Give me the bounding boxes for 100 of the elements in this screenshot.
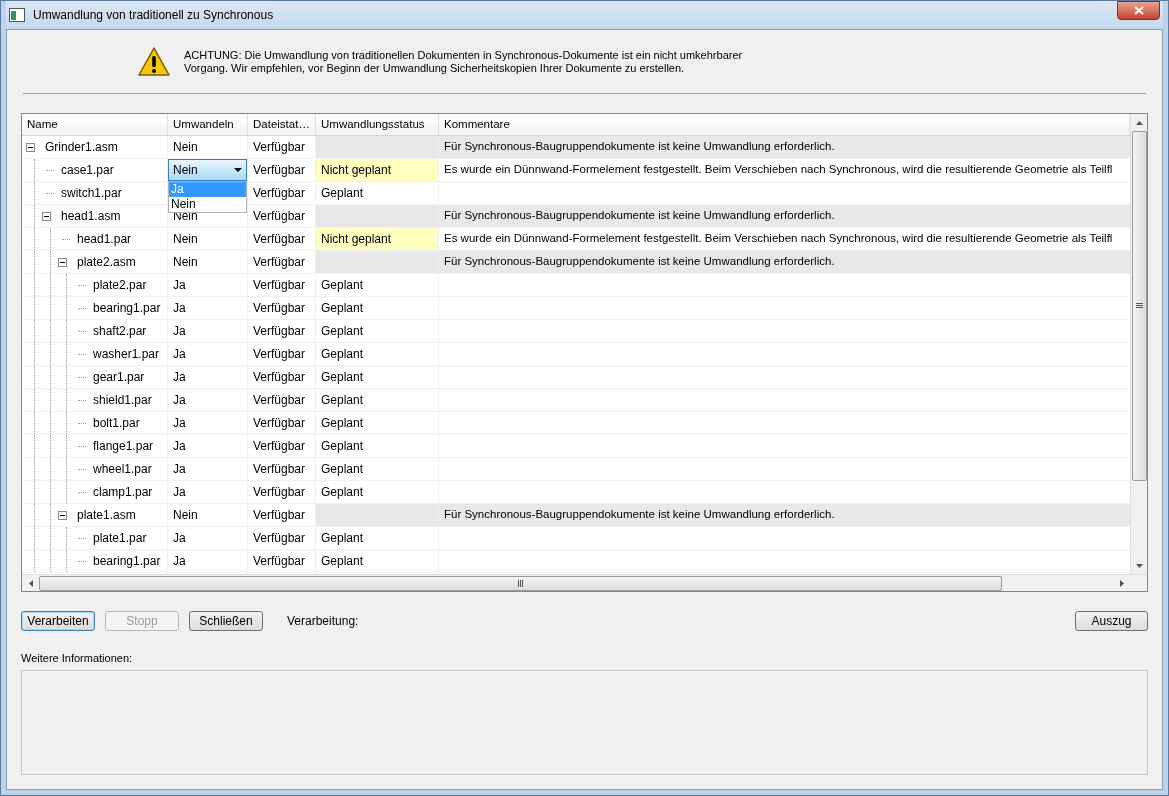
status-cell: Geplant [316,297,439,319]
table-cell-text: Ja [172,323,186,340]
file-name[interactable]: gear1.par [90,366,145,388]
warning-text: Vorgang. Wir empfehlen, vor Beginn der Umwandlung Sicherheitskopien Ihrer Dokumente zu erstellen. [184,61,686,75]
comment-text: Es wurde ein Dünnwand-Formelement festgestellt. Beim Verschieben nach Synchronous, wird die resultierende Geometrie als Teilfl [444,162,1113,178]
scroll-up-icon [1135,120,1143,125]
file-name[interactable]: plate2.asm [74,251,136,273]
file-name[interactable]: bolt1.par [90,412,140,434]
status-cell: Geplant [316,550,439,572]
table-cell-text: Ja [172,346,186,363]
dropdown-option[interactable]: Nein [169,197,246,212]
close-icon [1133,6,1144,15]
scroll-thumb[interactable] [1131,131,1147,481]
table-cell-text: Verfügbar [253,507,306,524]
file-name[interactable]: case1.par [58,159,114,181]
collapse-toggle[interactable] [58,510,67,520]
status-cell: Nicht geplant [316,228,439,250]
status-cell: Geplant [316,527,439,549]
status-cell: Geplant [316,343,439,365]
action-button[interactable]: Schließen [189,611,263,631]
table-cell-text: Nein [172,254,198,271]
collapse-toggle[interactable] [42,211,51,221]
table-cell-text: Verfügbar [253,162,306,179]
column-header[interactable]: Umwandlungsstatus [316,114,439,135]
table-cell-text: Verfügbar [253,139,306,156]
scroll-thumb[interactable] [39,575,1002,591]
comment-text: Für Synchronous-Baugruppendokumente ist keine Umwandlung erforderlich. [444,139,835,155]
table-cell-text: Verfügbar [253,277,306,294]
comment-text: Es wurde ein Dünnwand-Formelement festgestellt. Beim Verschieben nach Synchronous, wird die resultierende Geometrie als Teilfl [444,231,1113,247]
file-name[interactable]: plate1.par [90,527,147,549]
file-name[interactable]: plate2.par [90,274,147,296]
file-name[interactable]: bearing1.par [90,297,161,319]
status-cell: Nicht geplant [316,159,439,181]
file-name[interactable]: washer1.par [90,343,160,365]
table-cell-text: Verfügbar [253,231,306,248]
table-cell-text: Ja [172,277,186,294]
file-name[interactable]: Grinder1.asm [42,136,118,158]
table-cell-text: Nein [172,507,198,524]
horizontal-scrollbar[interactable] [22,574,1147,591]
table-cell-text: Ja [172,415,186,432]
column-header[interactable]: Dateistat… [248,114,316,135]
window-title: Umwandlung von traditionell zu Synchronous [33,7,275,24]
file-name[interactable]: head1.par [74,228,132,250]
table-cell-text: Ja [172,484,186,501]
file-name[interactable]: head1.asm [58,205,121,227]
file-name[interactable]: shield1.par [90,389,152,411]
file-name[interactable]: switch1.par [58,182,122,204]
comment-text: Für Synchronous-Baugruppendokumente ist keine Umwandlung erforderlich. [444,507,835,523]
grip-icon [517,579,524,587]
table-cell-text: Verfügbar [253,323,306,340]
table-cell-text: Verfügbar [253,254,306,271]
file-name[interactable]: clamp1.par [90,481,153,503]
table-cell-text: Nein [172,231,198,248]
status-cell: Geplant [316,366,439,388]
table-cell-text: Verfügbar [253,438,306,455]
table-cell-text: Verfügbar [253,461,306,478]
window-icon [9,8,25,22]
close-button[interactable] [1117,1,1160,20]
table-cell-text: Verfügbar [253,369,306,386]
progress-label: Verarbeitung: [287,613,360,630]
convert-dropdown[interactable]: Nein [168,159,247,181]
status-cell: Geplant [316,435,439,457]
comment-text: Für Synchronous-Baugruppendokumente ist keine Umwandlung erforderlich. [444,208,835,224]
grip-icon [1135,303,1143,309]
table-cell-text: Ja [172,530,186,547]
table-cell-text: Verfügbar [253,392,306,409]
extract-button[interactable]: Auszug [1075,611,1148,631]
table-cell-text: Nein [172,139,198,156]
scroll-down-icon [1135,563,1143,568]
status-cell: Geplant [316,389,439,411]
file-name[interactable]: wheel1.par [90,458,152,480]
table-cell-text: Ja [172,300,186,317]
column-header[interactable]: Name [22,114,168,135]
table-cell-text: Verfügbar [253,300,306,317]
table-cell-text: Ja [172,461,186,478]
file-name[interactable]: flange1.par [90,435,154,457]
status-cell: Geplant [316,458,439,480]
warning-icon [138,46,170,77]
status-cell: Geplant [316,412,439,434]
vertical-scrollbar[interactable] [1130,114,1147,574]
file-name[interactable]: plate1.asm [74,504,136,526]
collapse-toggle[interactable] [58,257,67,267]
scroll-right-icon [1119,579,1124,587]
file-name[interactable]: shaft2.par [90,320,147,342]
table-cell-text: Verfügbar [253,415,306,432]
table-cell-text: Ja [172,369,186,386]
status-cell: Geplant [316,182,439,204]
table-cell-text: Ja [172,392,186,409]
table-cell-text: Verfügbar [253,484,306,501]
status-cell: Geplant [316,481,439,503]
table-cell-text: Ja [172,438,186,455]
column-header[interactable]: Umwandeln [168,114,248,135]
scroll-left-icon [28,579,33,587]
action-button[interactable]: Verarbeiten [21,611,95,631]
collapse-toggle[interactable] [26,142,35,152]
table-cell-text: Verfügbar [253,208,306,225]
caret-icon [234,168,242,172]
comment-text: Für Synchronous-Baugruppendokumente ist keine Umwandlung erforderlich. [444,254,835,270]
file-name[interactable]: bearing1.par [90,550,161,572]
status-cell: Geplant [316,274,439,296]
